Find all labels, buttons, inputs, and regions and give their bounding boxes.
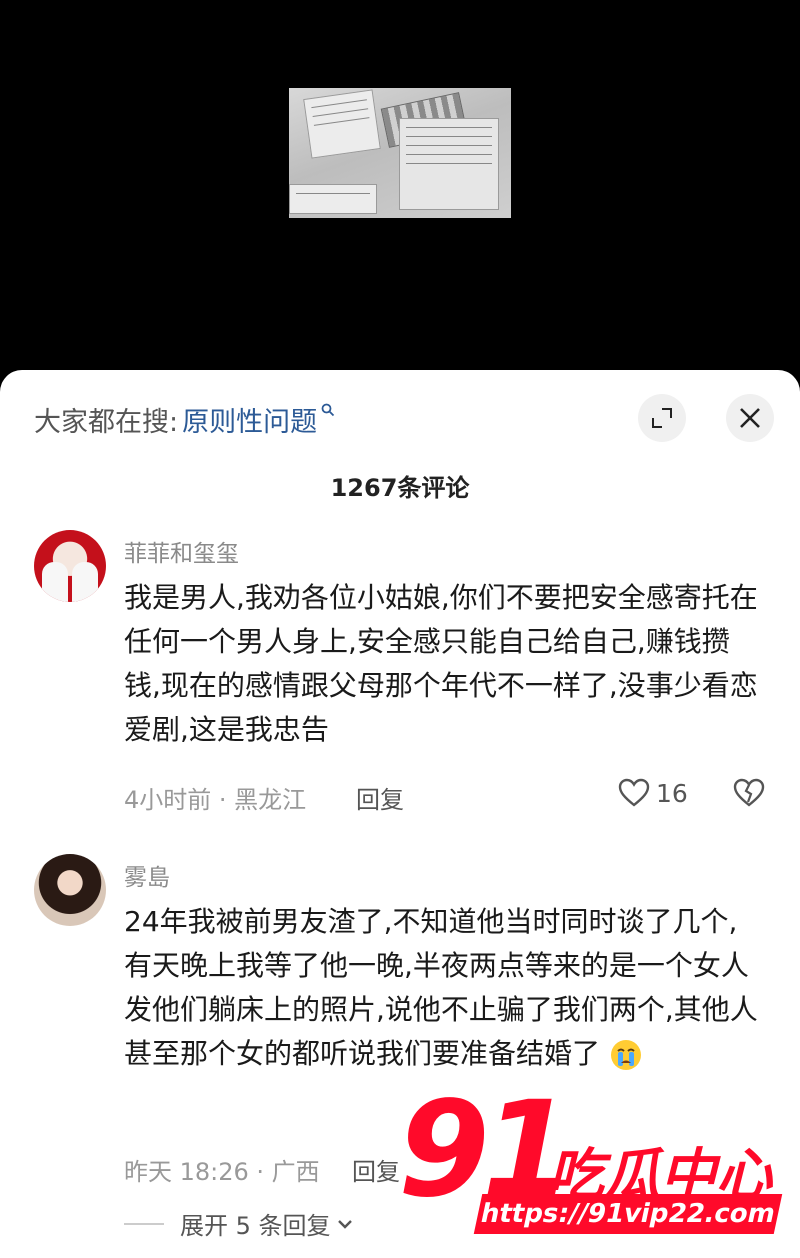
search-prefix: 大家都在搜: [34,407,179,438]
comment-username[interactable]: 菲菲和玺玺 [124,534,239,568]
like-count: 16 [656,778,688,808]
comment-text: 我是男人,我劝各位小姑娘,你们不要把安全感寄托在任何一个男人身上,安全感只能自己… [124,581,758,746]
comment-text: 24年我被前男友渣了,不知道他当时同时谈了几个,有天晚上我等了他一晚,半夜两点等… [124,900,764,1076]
reply-button[interactable]: 回复 [352,1152,400,1187]
video-player[interactable] [0,0,800,390]
expand-button[interactable] [638,394,686,442]
close-icon [740,408,760,428]
chevron-down-icon [337,1213,353,1234]
like-button[interactable]: 16 [618,778,688,808]
paper-sheet [303,89,381,159]
comment-meta: 4小时前 · 黑龙江 [124,786,307,814]
comment-meta: 昨天 18:26 · 广西 [124,1158,320,1186]
comment-text-body: 24年我被前男友渣了,不知道他当时同时谈了几个,有天晚上我等了他一晚,半夜两点等… [124,905,758,1070]
avatar[interactable] [34,530,106,602]
watermark-logo: 91 吃瓜中心 https://91vip22.com [398,1084,798,1242]
expand-replies-label: 展开 5 条回复 [180,1212,331,1240]
divider-line [124,1222,164,1225]
close-button[interactable] [726,394,774,442]
paper-receipt [289,184,377,214]
watermark-url: https://91vip22.com [473,1194,783,1234]
avatar[interactable] [34,854,106,926]
crying-face-icon [610,1040,641,1070]
comment-username[interactable]: 雾島 [124,858,170,892]
paper-form [399,118,499,210]
search-term-link[interactable]: 原则性问题 [182,400,317,439]
expand-icon [652,408,672,428]
search-icon [321,403,335,421]
reply-button[interactable]: 回复 [356,780,404,815]
comment-count-title: 1267条评论 [330,474,470,502]
video-thumbnail [289,88,511,218]
expand-replies-button[interactable]: 展开 5 条回复 [124,1206,353,1241]
heart-icon [618,778,650,807]
trending-search[interactable]: 大家都在搜: 原则性问题 [34,400,335,439]
broken-heart-icon[interactable] [733,778,765,808]
